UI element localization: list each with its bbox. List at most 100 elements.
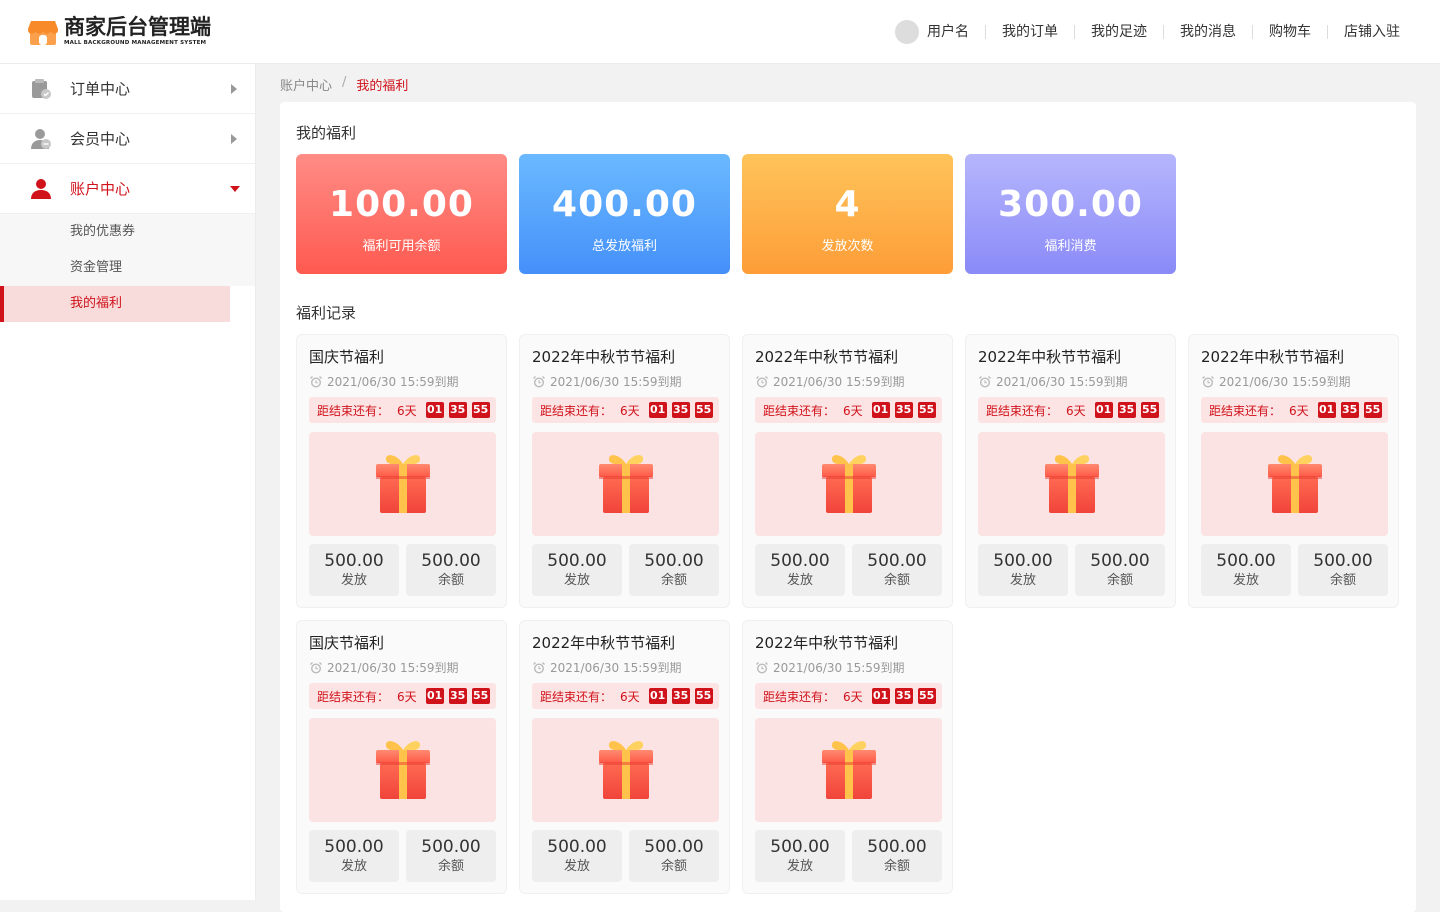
stat-available-balance: 100.00 福利可用余额 (296, 154, 507, 274)
countdown: 距结束还有： 6天 01 35 55 (755, 397, 942, 423)
amounts-row: 500.00 发放 500.00 余额 (309, 830, 496, 882)
expiry-text: 2021/06/30 15:59到期 (773, 661, 905, 675)
gift-banner (755, 432, 942, 536)
chevron-down-icon (230, 186, 240, 192)
amounts-row: 500.00 发放 500.00 余额 (755, 830, 942, 882)
page-title: 我的福利 (296, 124, 357, 142)
issued-value: 500.00 (324, 551, 384, 571)
issued-value: 500.00 (547, 837, 607, 857)
welfare-card[interactable]: 2022年中秋节节福利 2021/06/30 15:59到期 距结束还有： 6天… (519, 334, 730, 608)
countdown-label: 距结束还有： (763, 689, 836, 704)
stat-welfare-spending: 300.00 福利消费 (965, 154, 1176, 274)
nav-my-footprints[interactable]: 我的足迹 (1074, 25, 1163, 39)
sidebar: 订单中心 会员中心 账户中心 我的优惠券 资金管理 我的福利 (0, 64, 256, 900)
countdown-days: 6天 (620, 403, 640, 418)
countdown-hours: 01 (871, 688, 890, 704)
sidebar-item-welfare[interactable]: 我的福利 (0, 286, 230, 322)
balance-label: 余额 (1106, 573, 1133, 588)
issued-label: 发放 (786, 859, 813, 874)
countdown-minutes: 35 (1117, 402, 1136, 418)
issued-amount: 500.00 发放 (309, 544, 399, 596)
stats-row: 100.00 福利可用余额 400.00 总发放福利 4 发放次数 300.00… (296, 154, 1188, 274)
gift-banner (309, 432, 496, 536)
top-header: 商家后台管理端 MALL BACKGROUND MANAGEMENT SYSTE… (0, 0, 1440, 64)
welfare-card[interactable]: 国庆节福利 2021/06/30 15:59到期 距结束还有： 6天 01 35… (296, 620, 507, 894)
stat-issue-count: 4 发放次数 (742, 154, 953, 274)
countdown-minutes: 35 (448, 402, 467, 418)
breadcrumb-parent[interactable]: 账户中心 (280, 75, 332, 94)
balance-label: 余额 (883, 573, 910, 588)
sidebar-item-account-center[interactable]: 账户中心 (0, 164, 255, 214)
alarm-clock-icon (1202, 375, 1214, 387)
avatar[interactable] (895, 20, 919, 44)
balance-amount: 500.00 余额 (629, 830, 719, 882)
issued-value: 500.00 (547, 551, 607, 571)
balance-value: 500.00 (1090, 551, 1150, 571)
gift-box-icon (375, 741, 430, 799)
welfare-card[interactable]: 2022年中秋节节福利 2021/06/30 15:59到期 距结束还有： 6天… (965, 334, 1176, 608)
stat-value: 4 (834, 184, 861, 225)
sidebar-item-order-center[interactable]: 订单中心 (0, 64, 255, 114)
amounts-row: 500.00 发放 500.00 余额 (309, 544, 496, 596)
issued-label: 发放 (340, 573, 367, 588)
expiry-text: 2021/06/30 15:59到期 (773, 375, 905, 389)
welfare-panel: 我的福利 100.00 福利可用余额 400.00 总发放福利 4 发放次数 3… (280, 102, 1416, 912)
countdown-days: 6天 (1066, 403, 1086, 418)
card-title: 2022年中秋节节福利 (755, 348, 899, 366)
gift-banner (1201, 432, 1388, 536)
countdown-minutes: 35 (448, 688, 467, 704)
countdown: 距结束还有： 6天 01 35 55 (532, 397, 719, 423)
sidebar-item-funds[interactable]: 资金管理 (0, 250, 230, 286)
welfare-card[interactable]: 国庆节福利 2021/06/30 15:59到期 距结束还有： 6天 01 35… (296, 334, 507, 608)
amounts-row: 500.00 发放 500.00 余额 (978, 544, 1165, 596)
issued-amount: 500.00 发放 (309, 830, 399, 882)
logo[interactable]: 商家后台管理端 MALL BACKGROUND MANAGEMENT SYSTE… (28, 14, 211, 50)
countdown-label: 距结束还有： (540, 689, 613, 704)
amounts-row: 500.00 发放 500.00 余额 (755, 544, 942, 596)
chevron-right-icon (231, 84, 237, 94)
countdown-seconds: 55 (917, 402, 936, 418)
chevron-right-icon (231, 134, 237, 144)
issued-label: 发放 (563, 859, 590, 874)
member-icon (31, 128, 51, 149)
expiry-text: 2021/06/30 15:59到期 (327, 375, 459, 389)
records-title: 福利记录 (296, 304, 357, 322)
issued-label: 发放 (1232, 573, 1259, 588)
balance-amount: 500.00 余额 (852, 544, 942, 596)
welfare-card[interactable]: 2022年中秋节节福利 2021/06/30 15:59到期 距结束还有： 6天… (742, 620, 953, 894)
welfare-card[interactable]: 2022年中秋节节福利 2021/06/30 15:59到期 距结束还有： 6天… (519, 620, 730, 894)
username-link[interactable]: 用户名 (927, 25, 985, 39)
countdown: 距结束还有： 6天 01 35 55 (1201, 397, 1388, 423)
alarm-clock-icon (533, 375, 545, 387)
account-icon (31, 178, 51, 199)
balance-amount: 500.00 余额 (852, 830, 942, 882)
sidebar-item-coupons[interactable]: 我的优惠券 (0, 214, 230, 250)
expiry-text: 2021/06/30 15:59到期 (550, 375, 682, 389)
amounts-row: 500.00 发放 500.00 余额 (1201, 544, 1388, 596)
stat-total-issued: 400.00 总发放福利 (519, 154, 730, 274)
countdown-hours: 01 (648, 402, 667, 418)
nav-store-join[interactable]: 店铺入驻 (1327, 25, 1416, 39)
welfare-card[interactable]: 2022年中秋节节福利 2021/06/30 15:59到期 距结束还有： 6天… (1188, 334, 1399, 608)
nav-my-orders[interactable]: 我的订单 (985, 25, 1074, 39)
welfare-card[interactable]: 2022年中秋节节福利 2021/06/30 15:59到期 距结束还有： 6天… (742, 334, 953, 608)
gift-box-icon (821, 741, 876, 799)
alarm-clock-icon (310, 661, 322, 673)
card-title: 2022年中秋节节福利 (532, 348, 676, 366)
card-expiry: 2021/06/30 15:59到期 (978, 373, 1128, 390)
countdown-hours: 01 (425, 688, 444, 704)
issued-value: 500.00 (770, 837, 830, 857)
amounts-row: 500.00 发放 500.00 余额 (532, 544, 719, 596)
nav-cart[interactable]: 购物车 (1252, 25, 1327, 39)
breadcrumb-separator: / (342, 75, 347, 90)
sidebar-item-label: 账户中心 (70, 180, 131, 198)
card-title: 2022年中秋节节福利 (1201, 348, 1345, 366)
balance-label: 余额 (437, 573, 464, 588)
card-expiry: 2021/06/30 15:59到期 (755, 373, 905, 390)
countdown-seconds: 55 (1140, 402, 1159, 418)
sidebar-item-member-center[interactable]: 会员中心 (0, 114, 255, 164)
balance-label: 余额 (660, 859, 687, 874)
nav-my-messages[interactable]: 我的消息 (1163, 25, 1252, 39)
gift-box-icon (375, 455, 430, 513)
countdown-label: 距结束还有： (1209, 403, 1282, 418)
